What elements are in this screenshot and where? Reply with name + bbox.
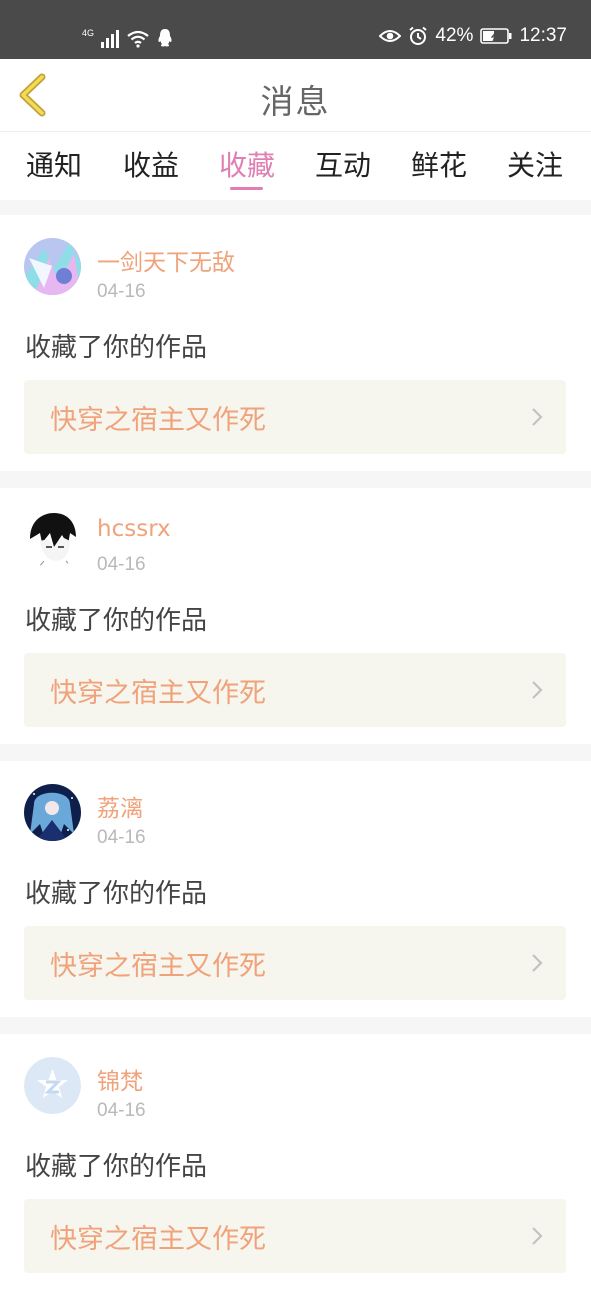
eye-icon bbox=[379, 30, 402, 42]
clock: 12:37 bbox=[519, 25, 567, 46]
message-card: 荔漓 04-16 收藏了你的作品 快穿之宿主又作死 bbox=[0, 761, 591, 1017]
tab-flowers[interactable]: 鲜花 bbox=[404, 144, 474, 184]
work-title: 快穿之宿主又作死 bbox=[50, 678, 266, 709]
signal-icon bbox=[101, 30, 120, 48]
wifi-icon bbox=[127, 30, 149, 48]
nav-bar: 消息 bbox=[0, 59, 591, 131]
chevron-right-icon bbox=[532, 408, 543, 426]
action-text: 收藏了你的作品 bbox=[25, 879, 208, 909]
qq-icon bbox=[158, 29, 172, 47]
message-card: 锦梵 04-16 收藏了你的作品 快穿之宿主又作死 bbox=[0, 1034, 591, 1290]
action-text: 收藏了你的作品 bbox=[25, 606, 208, 636]
tab-notifications[interactable]: 通知 bbox=[19, 144, 89, 184]
username[interactable]: 荔漓 bbox=[97, 789, 143, 823]
work-title: 快穿之宿主又作死 bbox=[50, 1224, 266, 1255]
action-text: 收藏了你的作品 bbox=[25, 333, 208, 363]
tab-follows[interactable]: 关注 bbox=[500, 144, 570, 184]
status-right: 42% 12:37 bbox=[379, 24, 567, 48]
chevron-right-icon bbox=[532, 1227, 543, 1245]
battery-icon bbox=[480, 28, 512, 44]
work-title: 快穿之宿主又作死 bbox=[50, 405, 266, 436]
avatar[interactable] bbox=[24, 784, 81, 841]
avatar[interactable] bbox=[24, 1057, 81, 1114]
message-card: 一剑天下无敌 04-16 收藏了你的作品 快穿之宿主又作死 bbox=[0, 215, 591, 471]
status-bar: 4G 42% 12:37 bbox=[0, 0, 591, 59]
alarm-icon bbox=[409, 26, 428, 45]
avatar[interactable] bbox=[24, 238, 81, 295]
message-date: 04-16 bbox=[97, 554, 146, 575]
work-link[interactable]: 快穿之宿主又作死 bbox=[24, 1199, 566, 1273]
active-tab-indicator bbox=[230, 187, 263, 190]
action-text: 收藏了你的作品 bbox=[25, 1152, 208, 1182]
tab-interactions[interactable]: 互动 bbox=[308, 144, 378, 184]
page-title: 消息 bbox=[260, 82, 331, 121]
tab-earnings[interactable]: 收益 bbox=[116, 144, 186, 184]
avatar[interactable] bbox=[24, 511, 81, 568]
username[interactable]: 锦梵 bbox=[97, 1062, 143, 1096]
work-title: 快穿之宿主又作死 bbox=[50, 951, 266, 982]
username[interactable]: hcssrx bbox=[97, 516, 171, 542]
work-link[interactable]: 快穿之宿主又作死 bbox=[24, 653, 566, 727]
message-date: 04-16 bbox=[97, 1100, 146, 1121]
work-link[interactable]: 快穿之宿主又作死 bbox=[24, 380, 566, 454]
work-link[interactable]: 快穿之宿主又作死 bbox=[24, 926, 566, 1000]
battery-percent: 42% bbox=[435, 25, 474, 46]
chevron-right-icon bbox=[532, 954, 543, 972]
message-date: 04-16 bbox=[97, 827, 146, 848]
tab-favorites[interactable]: 收藏 bbox=[212, 144, 282, 184]
message-card: hcssrx 04-16 收藏了你的作品 快穿之宿主又作死 bbox=[0, 488, 591, 744]
chevron-right-icon bbox=[532, 681, 543, 699]
message-date: 04-16 bbox=[97, 281, 146, 302]
username[interactable]: 一剑天下无敌 bbox=[97, 243, 235, 277]
tab-bar: 通知 收益 收藏 互动 鲜花 关注 bbox=[0, 131, 591, 200]
network-type: 4G bbox=[82, 28, 95, 38]
status-left: 4G bbox=[82, 24, 173, 48]
